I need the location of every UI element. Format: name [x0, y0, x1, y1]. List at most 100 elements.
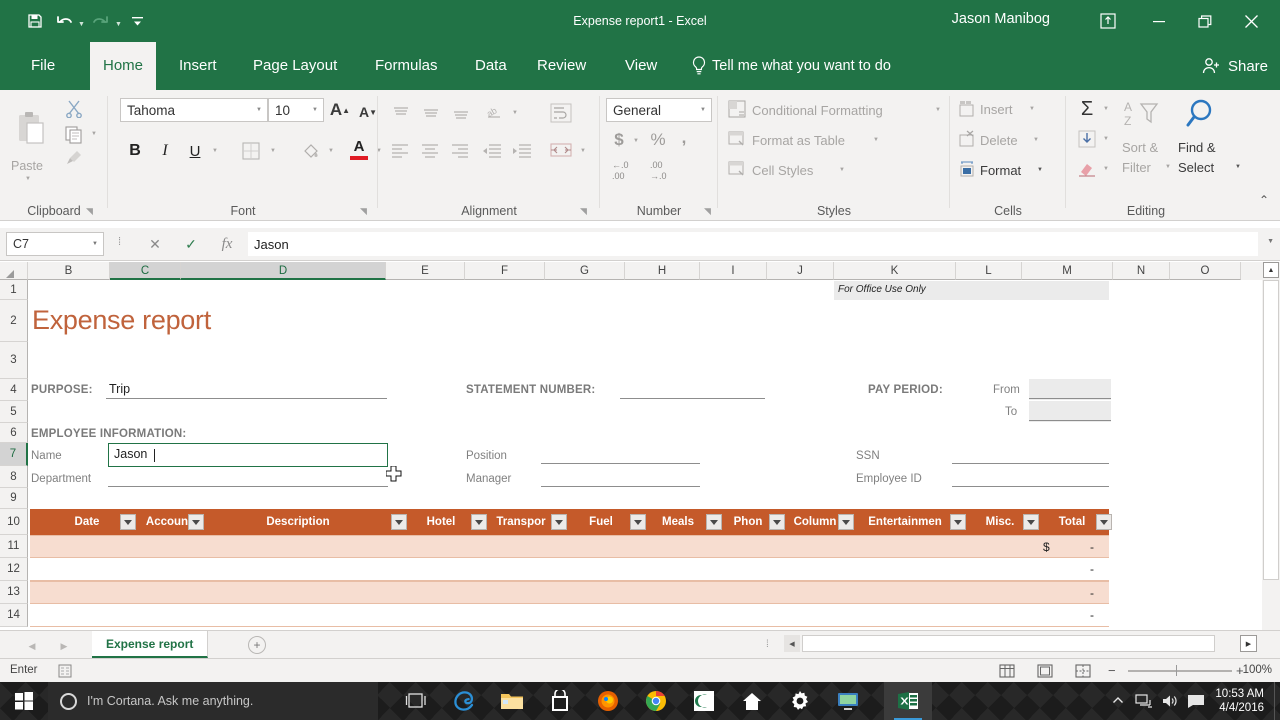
column-header-o[interactable]: O	[1170, 262, 1241, 280]
italic-button[interactable]: I	[152, 138, 178, 164]
normal-view-icon[interactable]	[996, 662, 1018, 680]
row-header-10[interactable]: 10	[0, 509, 28, 535]
column-header-k[interactable]: K	[834, 262, 956, 280]
table-row[interactable]: -	[30, 558, 1109, 581]
tab-data[interactable]: Data	[462, 42, 520, 90]
decrease-decimal-button[interactable]: .00 →.0	[646, 156, 682, 184]
table-header-entertainment[interactable]: Entertainmen	[860, 509, 950, 535]
chrome-icon[interactable]	[632, 682, 680, 720]
delete-cells-dropdown-icon[interactable]: ▼	[1030, 133, 1042, 147]
scroll-up-icon[interactable]: ▲	[1263, 262, 1279, 278]
sheet-tab-expense-report[interactable]: Expense report	[92, 631, 209, 658]
insert-cells-dropdown-icon[interactable]: ▼	[1026, 102, 1038, 116]
find-select-icon[interactable]	[1182, 96, 1224, 132]
zoom-slider-handle[interactable]	[1176, 665, 1177, 676]
employee-id-underline[interactable]	[952, 486, 1109, 487]
orientation-icon[interactable]: ab	[482, 100, 508, 124]
tab-file[interactable]: File	[18, 42, 68, 90]
sort-filter-label-1[interactable]: Sort &	[1122, 140, 1158, 155]
increase-decimal-button[interactable]: ←.0.00	[608, 156, 644, 184]
vertical-scroll-thumb[interactable]	[1263, 280, 1279, 580]
row-header-1[interactable]: 1	[0, 280, 28, 300]
network-icon[interactable]	[1131, 682, 1157, 720]
cancel-entry-icon[interactable]: ✕	[142, 232, 168, 256]
copy-icon[interactable]	[62, 124, 86, 146]
column-header-d[interactable]: D	[181, 262, 386, 280]
column-header-h[interactable]: H	[625, 262, 700, 280]
zoom-out-button[interactable]: −	[1108, 663, 1116, 678]
tab-review[interactable]: Review	[524, 42, 599, 90]
conditional-formatting-label[interactable]: Conditional Formatting	[752, 103, 883, 118]
filter-transport-icon[interactable]	[551, 514, 567, 530]
row-header-14[interactable]: 14	[0, 604, 28, 627]
name-box[interactable]: C7 ▼	[6, 232, 104, 256]
settings-icon[interactable]	[776, 682, 824, 720]
position-underline[interactable]	[541, 463, 700, 464]
page-break-preview-icon[interactable]	[1072, 662, 1094, 680]
insert-function-icon[interactable]: fx	[214, 232, 240, 256]
paste-dropdown-icon[interactable]: ▼	[20, 174, 36, 184]
align-center-icon[interactable]	[416, 138, 444, 164]
next-sheet-icon[interactable]: ▶	[56, 638, 72, 654]
table-header-column[interactable]: Column	[790, 509, 840, 535]
close-icon[interactable]	[1228, 4, 1274, 38]
percent-style-button[interactable]: %	[646, 128, 670, 152]
merge-center-icon[interactable]	[546, 136, 576, 164]
number-dialog-launcher[interactable]: ◥	[704, 206, 711, 217]
number-format-combo[interactable]: General ▼	[606, 98, 712, 122]
sort-filter-label-2[interactable]: Filter	[1122, 160, 1151, 175]
insert-cells-label[interactable]: Insert	[980, 102, 1013, 117]
underline-dropdown-icon[interactable]: ▼	[208, 142, 222, 160]
statement-number-underline[interactable]	[620, 398, 765, 399]
table-header-account[interactable]: Accoun	[144, 509, 190, 535]
pay-period-from-underline[interactable]	[1029, 398, 1111, 399]
scroll-right-icon[interactable]: ▶	[1240, 635, 1257, 652]
paste-button[interactable]	[10, 102, 54, 158]
tab-formulas[interactable]: Formulas	[362, 42, 451, 90]
row-header-4[interactable]: 4	[0, 379, 28, 401]
align-right-icon[interactable]	[446, 138, 474, 164]
show-desktop-button[interactable]	[1274, 682, 1280, 720]
font-size-combo[interactable]: 10 ▼	[268, 98, 324, 122]
row-header-3[interactable]: 3	[0, 342, 28, 379]
row-header-8[interactable]: 8	[0, 466, 28, 488]
align-top-icon[interactable]	[388, 102, 414, 124]
ribbon-display-options-icon[interactable]	[1086, 4, 1130, 38]
vertical-scrollbar[interactable]: ▲	[1262, 262, 1280, 630]
filter-hotel-icon[interactable]	[471, 514, 487, 530]
edge-icon[interactable]	[440, 682, 488, 720]
table-row[interactable]: $ -	[30, 535, 1109, 558]
orientation-dropdown-icon[interactable]: ▼	[508, 104, 522, 122]
row-header-11[interactable]: 11	[0, 535, 28, 558]
filter-misc-icon[interactable]	[1023, 514, 1039, 530]
bold-button[interactable]: B	[122, 138, 148, 164]
cortana-search-box[interactable]: I'm Cortana. Ask me anything.	[48, 682, 378, 720]
column-header-e[interactable]: E	[386, 262, 465, 280]
find-select-label-2[interactable]: Select	[1178, 160, 1214, 175]
restore-icon[interactable]	[1182, 4, 1228, 38]
store-icon[interactable]	[536, 682, 584, 720]
start-button[interactable]	[0, 682, 48, 720]
align-bottom-icon[interactable]	[448, 102, 474, 124]
table-header-fuel[interactable]: Fuel	[573, 509, 629, 535]
wrap-text-icon[interactable]	[546, 100, 576, 126]
action-center-icon[interactable]	[1183, 682, 1209, 720]
tab-home[interactable]: Home	[90, 42, 157, 90]
row-header-12[interactable]: 12	[0, 558, 28, 581]
clipboard-dialog-launcher[interactable]: ◥	[86, 206, 93, 217]
tab-insert[interactable]: Insert	[166, 42, 230, 90]
filter-total-icon[interactable]	[1096, 514, 1112, 530]
purpose-value[interactable]: Trip	[109, 382, 130, 396]
confirm-entry-icon[interactable]: ✓	[178, 232, 204, 256]
column-header-n[interactable]: N	[1113, 262, 1170, 280]
row-header-6[interactable]: 6	[0, 423, 28, 443]
find-select-label-1[interactable]: Find &	[1178, 140, 1216, 155]
filter-account-icon[interactable]	[188, 514, 204, 530]
format-cells-dropdown-icon[interactable]: ▼	[1034, 163, 1046, 177]
volume-icon[interactable]	[1157, 682, 1183, 720]
table-header-phone[interactable]: Phon	[726, 509, 770, 535]
filter-phone-icon[interactable]	[769, 514, 785, 530]
merge-center-dropdown-icon[interactable]: ▼	[576, 142, 590, 160]
format-as-table-dropdown-icon[interactable]: ▼	[870, 133, 882, 147]
cut-icon[interactable]	[62, 98, 86, 120]
